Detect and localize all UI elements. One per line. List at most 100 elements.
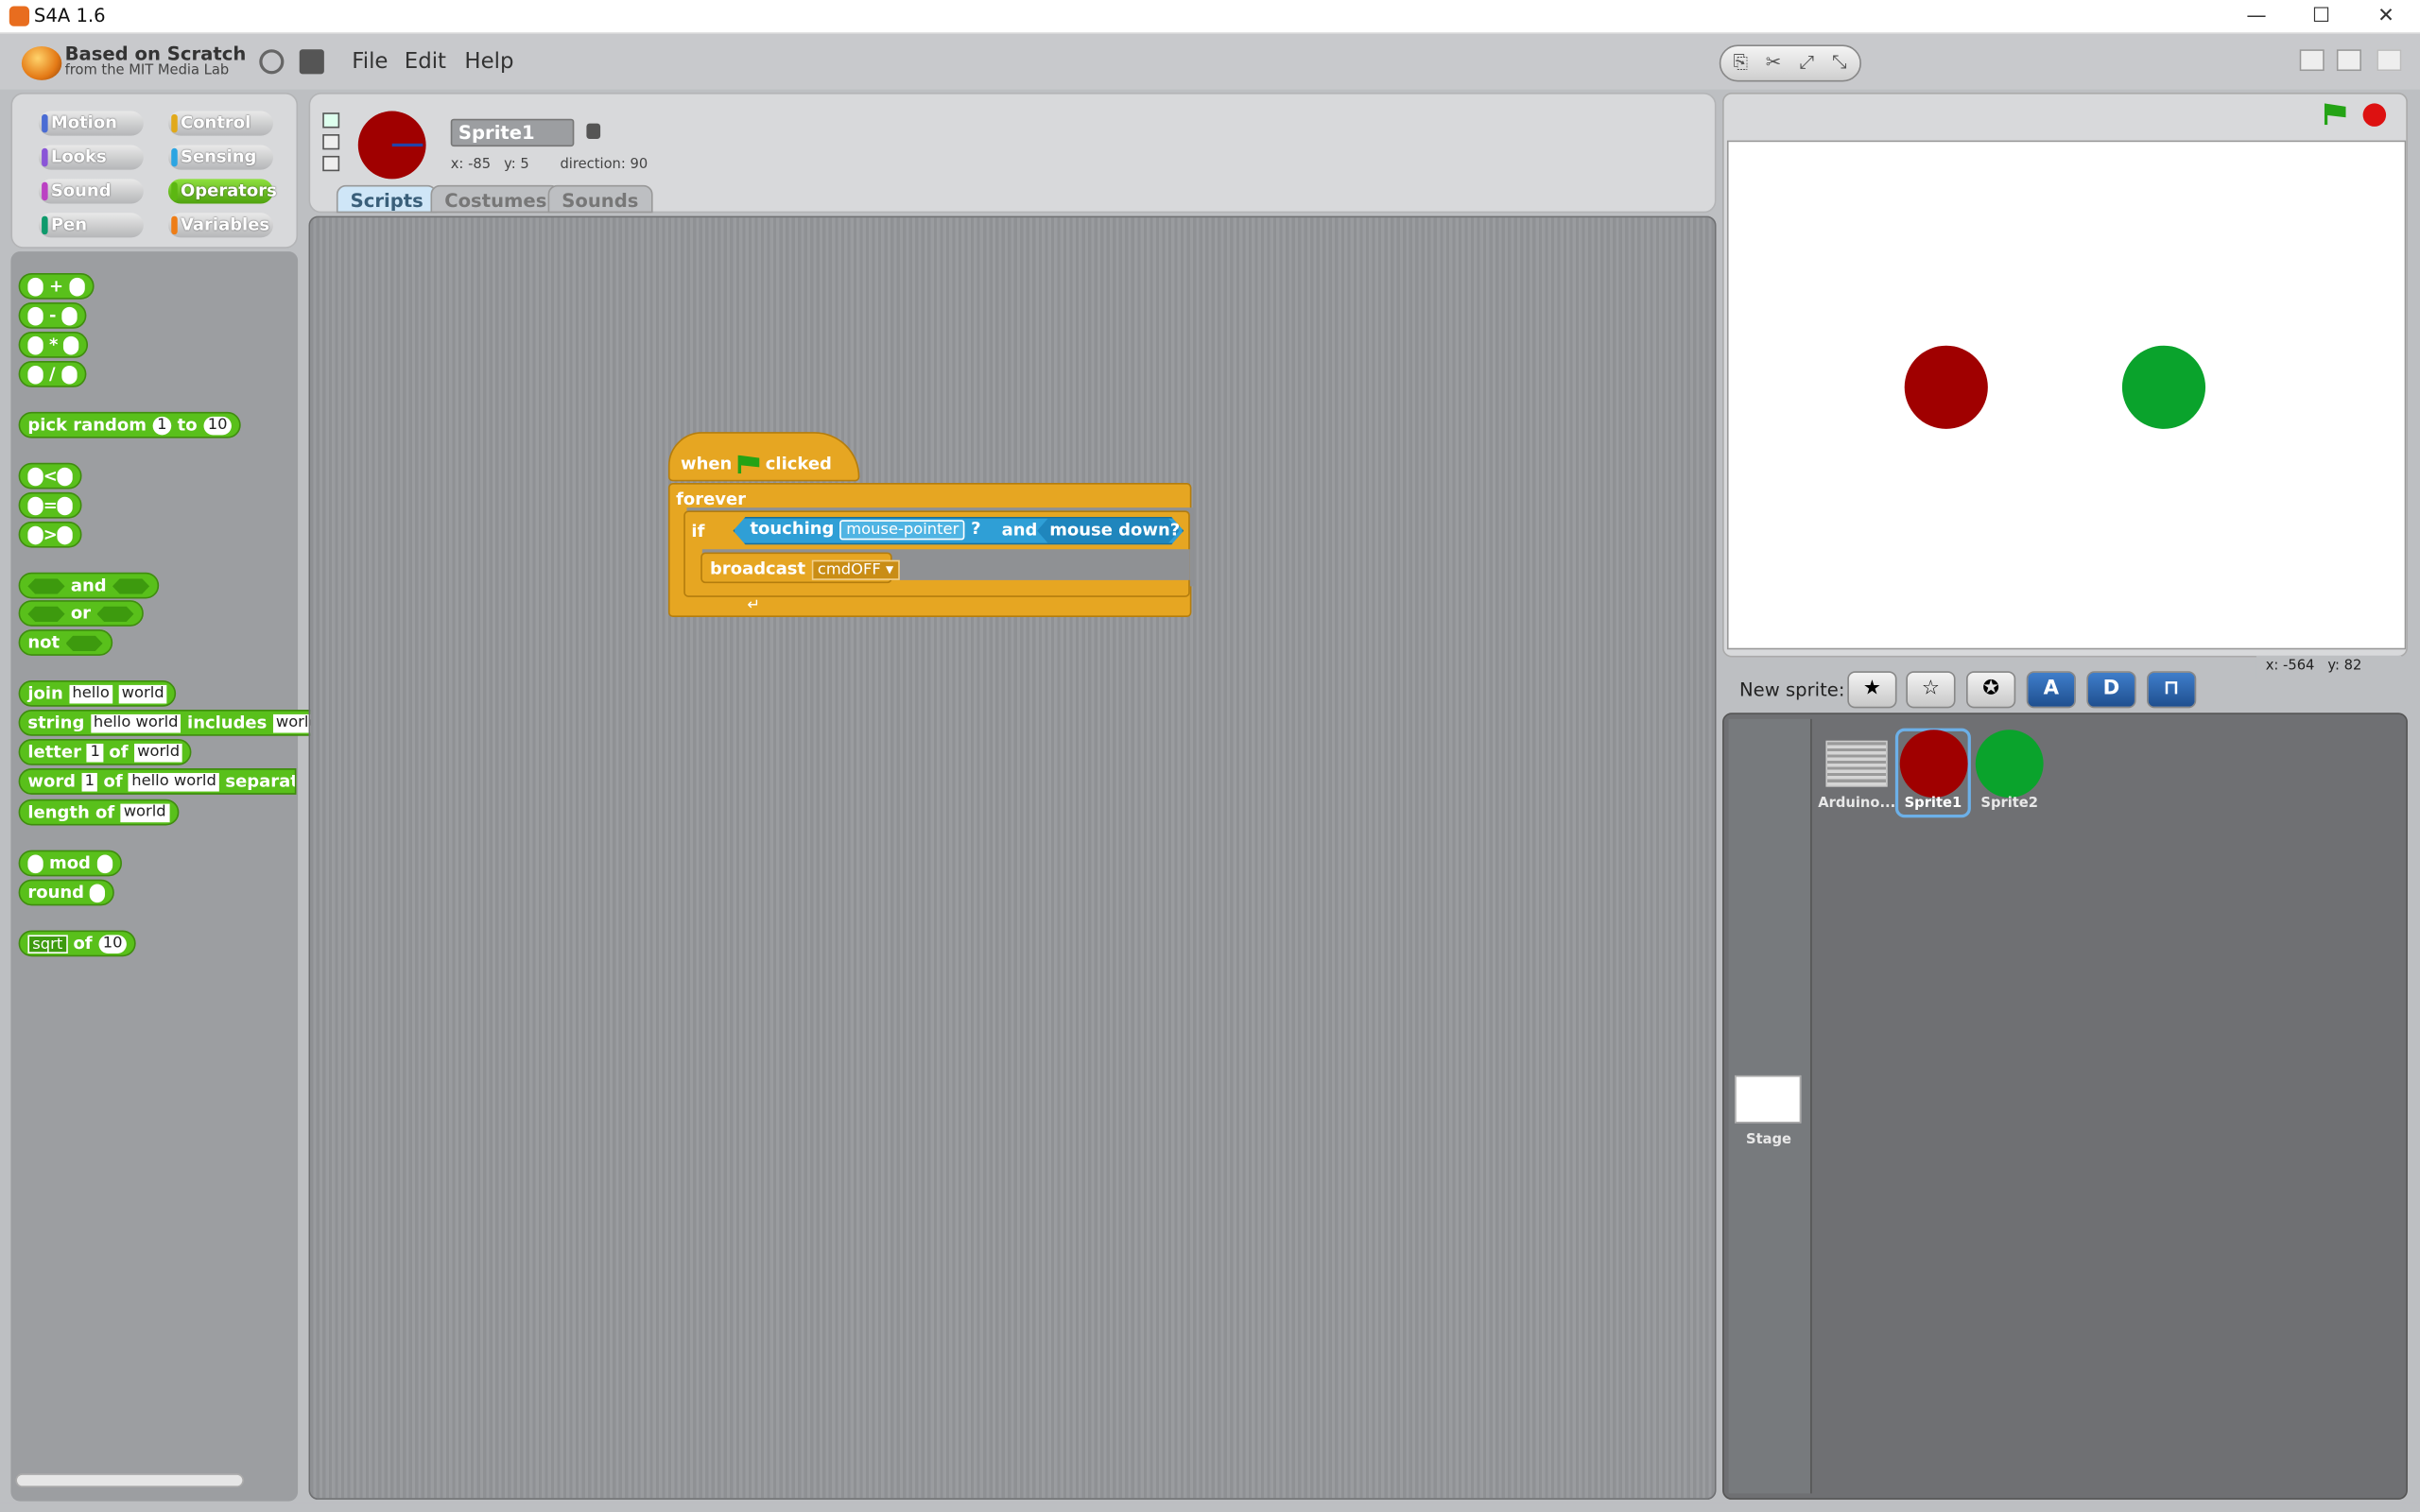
menu-file[interactable]: File xyxy=(352,49,388,74)
broadcast-block[interactable]: broadcast cmdOFF ▾ xyxy=(700,552,900,584)
logo-subtitle: from the MIT Media Lab xyxy=(64,62,230,79)
maximize-button[interactable]: ☐ xyxy=(2288,0,2356,34)
paint-star-icon: ★ xyxy=(1862,677,1881,701)
surprise-star-icon: ✪ xyxy=(1982,677,2000,701)
category-variables[interactable]: Variables xyxy=(167,213,273,238)
stage-sprite1[interactable] xyxy=(1904,345,1988,429)
analog-a-icon: A xyxy=(2043,677,2060,701)
block-and[interactable]: and xyxy=(18,572,159,599)
add-analog-sprite-button[interactable]: A xyxy=(2026,671,2076,709)
small-stage-mode-icon[interactable] xyxy=(2299,49,2325,72)
bottom-border xyxy=(0,1503,2420,1512)
lock-icon[interactable] xyxy=(586,123,601,139)
block-round[interactable]: round xyxy=(18,879,115,906)
rotate-style-full-icon[interactable] xyxy=(322,112,340,129)
shrink-tool-icon[interactable]: ⤡ xyxy=(1832,51,1847,74)
folder-star-icon: ☆ xyxy=(1921,677,1940,701)
block-not[interactable]: not xyxy=(18,629,112,656)
when-flag-clicked-block[interactable]: when clicked xyxy=(667,432,860,482)
add-board-sprite-button[interactable]: ⊓ xyxy=(2147,671,2197,709)
direction-line xyxy=(391,143,424,147)
block-or[interactable]: or xyxy=(18,600,144,627)
window-title: S4A 1.6 xyxy=(33,4,106,26)
green-flag-icon xyxy=(737,455,760,474)
rotate-style-none-icon[interactable] xyxy=(322,155,340,172)
add-digital-sprite-button[interactable]: D xyxy=(2086,671,2136,709)
category-operators[interactable]: Operators xyxy=(167,179,277,204)
title-bar: S4A 1.6 — ☐ ✕ xyxy=(0,0,2420,34)
block-equals[interactable]: = xyxy=(18,491,82,519)
block-pick-random[interactable]: pick random 1 to 10 xyxy=(18,411,242,438)
arduino-board-thumbnail[interactable] xyxy=(1825,740,1888,787)
sprite-label-sprite1: Sprite1 xyxy=(1904,796,1962,812)
paint-new-sprite-button[interactable]: ★ xyxy=(1847,671,1897,709)
sprite-tools-group: ⎘ ✂ ⤢ ⤡ xyxy=(1719,44,1861,82)
stop-sign-icon[interactable] xyxy=(2362,103,2387,127)
sprite1-thumbnail[interactable] xyxy=(1899,730,1968,799)
sprite-label-arduino: Arduino... xyxy=(1818,796,1896,812)
sprite-list-pane xyxy=(1722,713,2408,1500)
presentation-mode-icon[interactable] xyxy=(2377,49,2402,72)
duplicate-tool-icon[interactable]: ⎘ xyxy=(1733,51,1748,74)
broadcast-message-dropdown[interactable]: cmdOFF ▾ xyxy=(811,559,900,580)
category-pane: Motion Control Looks Sensing Sound Opera… xyxy=(10,92,299,249)
sprite-name-field[interactable]: Sprite1 xyxy=(450,118,575,147)
save-disk-icon[interactable] xyxy=(299,49,324,75)
category-motion[interactable]: Motion xyxy=(38,111,144,136)
sprite-label-sprite2: Sprite2 xyxy=(1980,796,2039,812)
category-control[interactable]: Control xyxy=(167,111,273,136)
language-globe-icon[interactable] xyxy=(259,49,285,75)
tab-scripts[interactable]: Scripts xyxy=(336,184,438,214)
delete-tool-icon[interactable]: ✂ xyxy=(1766,51,1781,73)
stage-sprite2[interactable] xyxy=(2121,345,2206,429)
block-greater-than[interactable]: > xyxy=(18,521,82,548)
block-subtract[interactable]: - xyxy=(18,301,87,329)
app-icon xyxy=(9,6,30,26)
stage-thumbnail[interactable] xyxy=(1735,1074,1802,1124)
block-join[interactable]: join hello world xyxy=(18,679,177,707)
digital-d-icon: D xyxy=(2102,677,2120,701)
grow-tool-icon[interactable]: ⤢ xyxy=(1800,51,1815,74)
new-sprite-label: New sprite: xyxy=(1738,679,1845,701)
menu-help[interactable]: Help xyxy=(464,49,513,74)
normal-stage-mode-icon[interactable] xyxy=(2336,49,2361,72)
s4a-window: S4A 1.6 — ☐ ✕ Based on Scratch from the … xyxy=(0,0,2420,1512)
board-icon: ⊓ xyxy=(2163,677,2180,701)
block-less-than[interactable]: < xyxy=(18,462,82,490)
block-add[interactable]: + xyxy=(18,272,95,300)
category-looks[interactable]: Looks xyxy=(38,145,144,170)
sprite-position: x: -85 y: 5 direction: 90 xyxy=(450,157,648,173)
palette-scrollbar[interactable] xyxy=(15,1473,244,1487)
mouse-coordinates: x: -564 y: 82 xyxy=(2256,655,2402,680)
logo-title: Based on Scratch xyxy=(64,43,247,65)
block-mod[interactable]: mod xyxy=(18,850,122,877)
stage-canvas[interactable] xyxy=(1726,140,2407,650)
and-label: and xyxy=(1001,520,1038,541)
stage-label: Stage xyxy=(1746,1132,1792,1148)
menu-edit[interactable]: Edit xyxy=(405,49,446,74)
block-multiply[interactable]: * xyxy=(18,332,89,358)
touching-block[interactable]: touching mouse-pointer ? xyxy=(750,519,981,541)
touching-target-dropdown[interactable]: mouse-pointer xyxy=(839,520,965,541)
block-word-of[interactable]: word 1 of hello world separator xyxy=(18,768,297,795)
block-sqrt-of[interactable]: sqrt of 10 xyxy=(18,930,137,957)
scratch-logo-icon[interactable] xyxy=(21,45,62,80)
minimize-button[interactable]: — xyxy=(2222,0,2290,34)
tab-costumes[interactable]: Costumes xyxy=(430,184,562,214)
sprite2-thumbnail[interactable] xyxy=(1975,730,2044,799)
block-length-of[interactable]: length of world xyxy=(18,799,179,826)
mouse-down-label: mouse down? xyxy=(1049,520,1181,541)
block-divide[interactable]: / xyxy=(18,361,86,387)
rotate-style-flip-icon[interactable] xyxy=(322,134,340,150)
choose-sprite-from-file-button[interactable]: ☆ xyxy=(1906,671,1956,709)
random-sprite-button[interactable]: ✪ xyxy=(1965,671,2016,709)
scripts-area[interactable] xyxy=(308,215,1717,1500)
block-string-includes[interactable]: string hello world includes world xyxy=(18,710,331,736)
block-letter-of[interactable]: letter 1 of world xyxy=(18,739,193,765)
loop-arrow-icon: ↵ xyxy=(747,596,760,614)
category-pen[interactable]: Pen xyxy=(38,213,144,238)
category-sensing[interactable]: Sensing xyxy=(167,145,273,170)
category-sound[interactable]: Sound xyxy=(38,179,144,204)
tab-sounds[interactable]: Sounds xyxy=(547,184,653,214)
close-button[interactable]: ✕ xyxy=(2352,0,2420,34)
